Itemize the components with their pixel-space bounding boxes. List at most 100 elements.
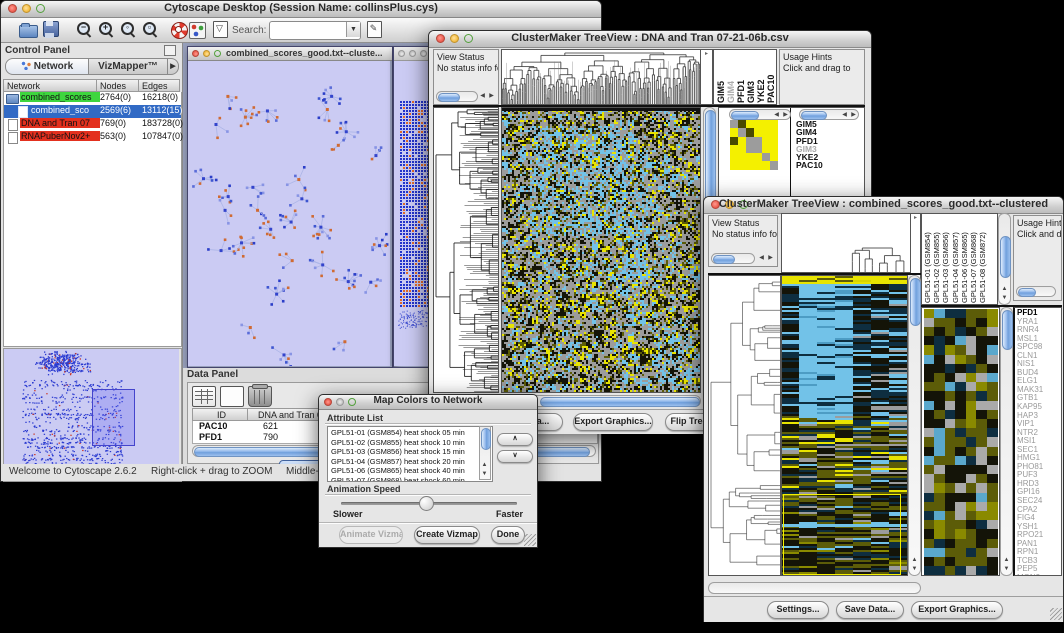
tv1-column-label[interactable]: PFD1 <box>736 51 746 103</box>
zoom-heatmap-cell[interactable] <box>730 161 738 169</box>
scroll-right-icon[interactable]: ▶ <box>487 92 496 101</box>
attribute-item[interactable]: GPL51-04 (GSM857) heat shock 20 min <box>331 457 492 467</box>
annotation-icon[interactable]: ✎ <box>367 21 385 39</box>
move-up-button[interactable]: ∧ <box>497 433 533 446</box>
zoom-heatmap-cell[interactable] <box>730 145 738 153</box>
zoom-in-icon[interactable]: + <box>99 22 117 40</box>
tv1-column-label[interactable]: GIM4 <box>726 51 736 103</box>
scroll-up-icon[interactable]: ▲ <box>1000 285 1009 294</box>
tv1-column-label[interactable]: YKE2 <box>756 51 766 103</box>
gene-label[interactable]: MON2 <box>1017 574 1061 576</box>
scroll-left-icon[interactable]: ◀ <box>478 92 487 101</box>
zoom-heatmap-cell[interactable] <box>770 161 778 169</box>
tv2-usage-hscroll-thumb[interactable] <box>1018 288 1036 297</box>
attribute-table-icon[interactable] <box>192 386 216 407</box>
save-icon[interactable] <box>43 21 61 39</box>
attribute-item[interactable]: GPL51-07 (GSM868) heat shock 60 min <box>331 476 492 482</box>
scroll-left-icon[interactable]: ◀ <box>772 111 781 120</box>
tv1-bottom-hscroll-thumb[interactable] <box>540 397 700 407</box>
tv2-row-dendrogram-canvas[interactable] <box>709 276 780 575</box>
network-tree-row[interactable]: RNAPuberNov2+563(0)107847(0) <box>4 131 181 144</box>
attribute-item[interactable]: GPL51-03 (GSM856) heat shock 15 min <box>331 447 492 457</box>
tv2-column-dendrogram-canvas[interactable] <box>782 214 910 272</box>
close-icon[interactable] <box>398 50 405 57</box>
tiny-arrow-icon[interactable]: ▸ <box>911 214 920 221</box>
zoom-heatmap-cell[interactable] <box>754 137 762 145</box>
settings-button[interactable]: Settings... <box>767 601 829 619</box>
resize-grip[interactable] <box>524 534 536 546</box>
scroll-left-icon[interactable]: ◀ <box>757 254 766 263</box>
zoom-heatmap-cell[interactable] <box>746 120 754 128</box>
tv2-heat-vscrollbar[interactable]: ▲ ▼ <box>908 275 921 576</box>
open-folder-icon[interactable] <box>19 21 37 39</box>
attribute-listbox[interactable]: GPL51-01 (GSM854) heat shock 05 minGPL51… <box>327 426 493 482</box>
tv2-status-hscrollbar[interactable] <box>711 253 755 264</box>
zoom-heatmap-cell[interactable] <box>746 145 754 153</box>
zoom-heatmap-cell[interactable] <box>762 153 770 161</box>
tv1-status-hscrollbar[interactable] <box>436 91 478 102</box>
column-header-network[interactable]: Network <box>3 79 97 92</box>
zoom-heatmap-cell[interactable] <box>754 161 762 169</box>
zoom-out-icon[interactable]: − <box>77 22 95 40</box>
animate-vizmap-button[interactable]: Animate Vizmap <box>339 526 403 544</box>
attribute-list-vscrollbar[interactable]: ▲ ▼ <box>479 426 491 480</box>
zoom-heatmap-cell[interactable] <box>770 128 778 136</box>
tv2-labels-vscrollbar[interactable]: ▲ ▼ <box>998 213 1011 305</box>
zoom-heatmap-cell[interactable] <box>770 120 778 128</box>
tv2-column-label[interactable]: GPL51-03 (GSM856) <box>941 215 950 303</box>
zoom-selected-icon[interactable]: ▫ <box>143 22 161 40</box>
save-data-button[interactable]: Save Data... <box>836 601 904 619</box>
scroll-down-icon[interactable]: ▼ <box>1002 565 1011 574</box>
tv2-column-label[interactable]: GPL51-01 (GSM854) <box>923 215 932 303</box>
close-icon[interactable] <box>192 50 199 57</box>
tv2-usage-hscrollbar[interactable] <box>1016 286 1056 297</box>
zoom-heatmap-cell[interactable] <box>738 137 746 145</box>
tab-vizmapper[interactable]: VizMapper™ <box>88 58 168 75</box>
tv1-zoom-heatmap[interactable] <box>730 120 778 170</box>
attribute-item[interactable]: GPL51-06 (GSM865) heat shock 40 min <box>331 466 492 476</box>
tab-overflow-arrow[interactable]: ▶ <box>167 58 179 75</box>
tv2-status-hscroll-thumb[interactable] <box>713 255 735 264</box>
main-titlebar[interactable]: Cytoscape Desktop (Session Name: collins… <box>1 1 601 18</box>
network-view-titlebar[interactable]: combined_scores_good.txt--cluste... <box>188 47 392 61</box>
tv2-column-label[interactable]: GPL51-04 (GSM857) <box>951 215 960 303</box>
tv1-status-hscroll-thumb[interactable] <box>438 93 460 102</box>
tv1-column-label[interactable]: PAC10 <box>766 51 776 103</box>
tv2-genes-vscrollbar[interactable]: ▲ ▼ <box>1000 307 1013 576</box>
zoom-heatmap-cell[interactable] <box>746 137 754 145</box>
zoom-heatmap-cell[interactable] <box>762 128 770 136</box>
new-document-icon[interactable] <box>220 386 244 407</box>
scroll-down-icon[interactable]: ▼ <box>480 470 489 479</box>
export-graphics-button[interactable]: Export Graphics... <box>911 601 1003 619</box>
scroll-up-icon[interactable]: ▲ <box>1002 556 1011 565</box>
treeview1-titlebar[interactable]: ClusterMaker TreeView : DNA and Tran 07-… <box>429 31 871 48</box>
tv1-column-dendrogram-canvas[interactable] <box>502 50 700 104</box>
vizmapper-icon[interactable] <box>189 22 207 40</box>
tv1-heatmap-canvas[interactable] <box>502 108 700 392</box>
network-tree-row[interactable]: DNA and Tran 07769(0)183728(0) <box>4 118 181 131</box>
move-down-button[interactable]: ∨ <box>497 450 533 463</box>
tv1-column-label[interactable]: GIM3 <box>746 51 756 103</box>
done-button[interactable]: Done <box>491 526 525 544</box>
network-tree-row[interactable]: combined_sco2569(6)13112(15) <box>4 105 181 118</box>
tv2-column-label[interactable]: GPL51-02 (GSM855) <box>932 215 941 303</box>
scroll-up-icon[interactable]: ▲ <box>910 556 919 565</box>
zoom-heatmap-cell[interactable] <box>770 137 778 145</box>
export-graphics-button[interactable]: Export Graphics... <box>573 413 653 431</box>
attribute-list-vscroll-thumb[interactable] <box>481 428 491 450</box>
dialog-titlebar[interactable]: Map Colors to Network <box>319 395 537 410</box>
tv1-row-label[interactable]: PAC10 <box>796 161 823 169</box>
tv2-genes-vscroll-thumb[interactable] <box>1002 310 1013 350</box>
zoom-heatmap-cell[interactable] <box>730 128 738 136</box>
treeview2-titlebar[interactable]: ClusterMaker TreeView : combined_scores_… <box>704 197 1063 214</box>
resize-grip[interactable] <box>1050 608 1062 620</box>
tv1-zoom-hscrollbar[interactable]: ◀ ▶ <box>729 109 791 120</box>
filter-icon[interactable]: ▽ <box>213 21 231 39</box>
zoom-heatmap-cell[interactable] <box>730 153 738 161</box>
zoom-heatmap-cell[interactable] <box>754 120 762 128</box>
maximize-icon[interactable] <box>420 50 427 57</box>
zoom-heatmap-cell[interactable] <box>770 145 778 153</box>
tv2-heatmap-canvas[interactable] <box>782 276 907 575</box>
zoom-heatmap-cell[interactable] <box>738 145 746 153</box>
birdseye-view-canvas[interactable] <box>4 349 179 479</box>
